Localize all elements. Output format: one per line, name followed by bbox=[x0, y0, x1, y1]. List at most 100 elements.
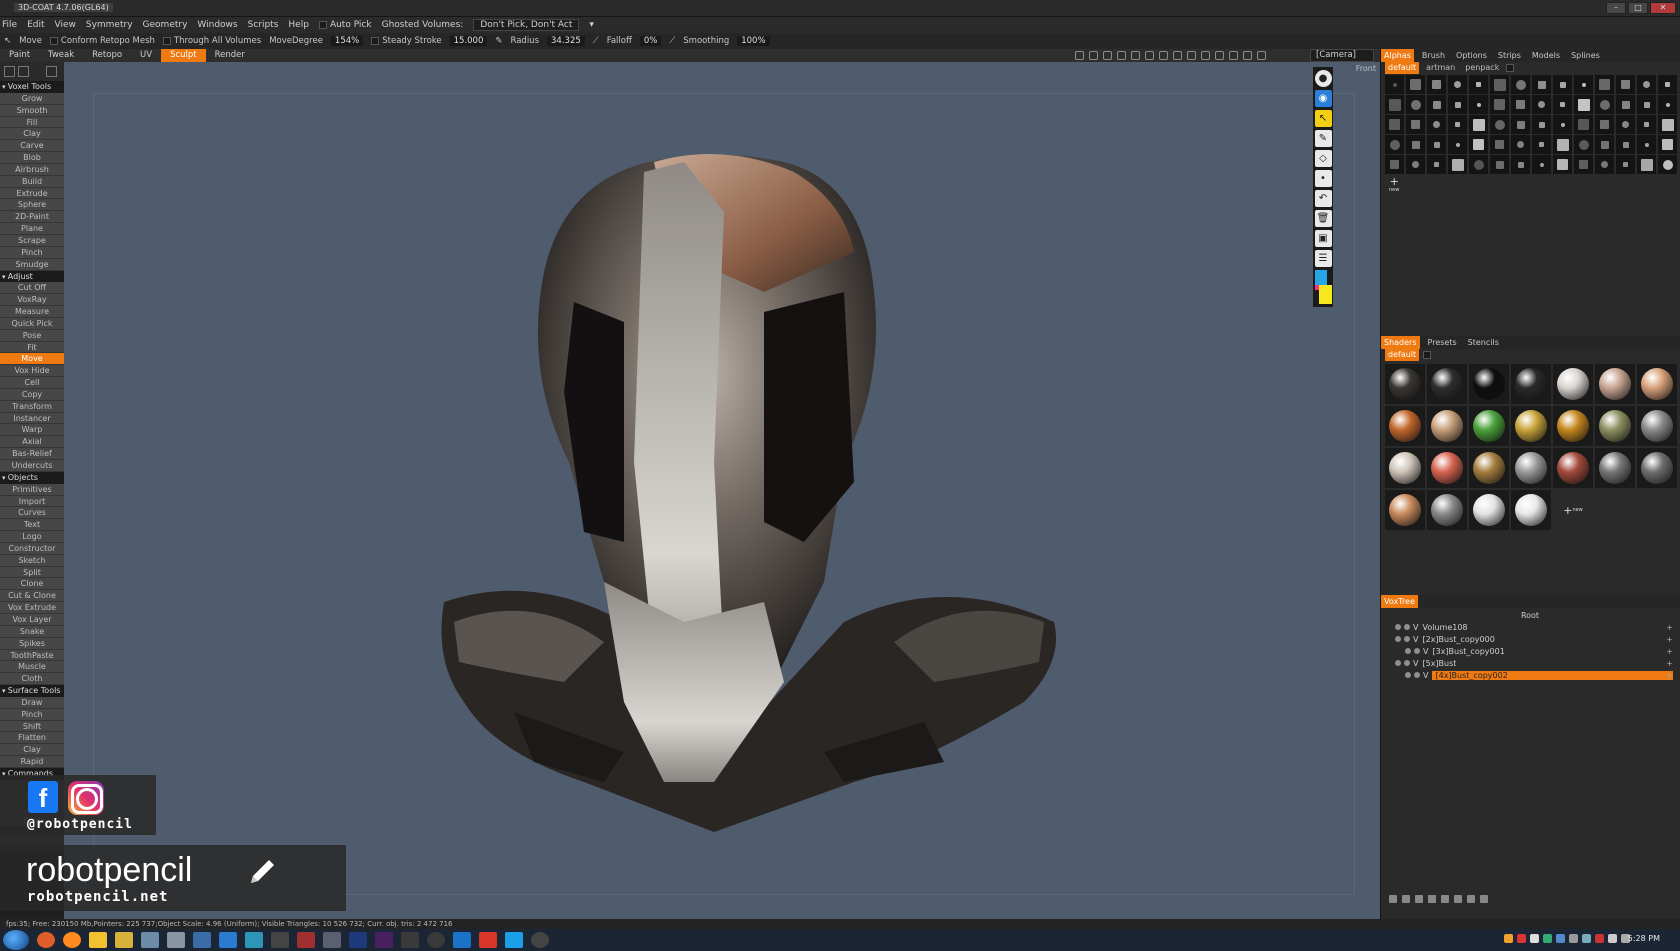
alpha-thumbnail[interactable] bbox=[1553, 135, 1572, 154]
light-icon[interactable] bbox=[1089, 51, 1098, 60]
new-volume-icon[interactable] bbox=[1389, 895, 1397, 903]
ghosted-volumes-select[interactable]: Don't Pick, Don't Act bbox=[473, 19, 580, 31]
split-icon[interactable] bbox=[1441, 895, 1449, 903]
shader-thumbnail[interactable] bbox=[1637, 364, 1677, 404]
alpha-set-artman[interactable]: artman bbox=[1423, 62, 1458, 74]
alpha-set-default[interactable]: default bbox=[1385, 62, 1420, 74]
brush-view-icon[interactable] bbox=[1103, 51, 1112, 60]
tool-flatten[interactable]: Flatten bbox=[0, 732, 64, 745]
shader-thumbnail[interactable] bbox=[1553, 406, 1593, 446]
shader-thumbnail[interactable] bbox=[1385, 448, 1425, 488]
alpha-thumbnail[interactable] bbox=[1385, 155, 1404, 174]
steady-stroke-checkbox[interactable] bbox=[371, 37, 380, 45]
tool-fit[interactable]: Fit bbox=[0, 341, 64, 354]
chevron-down-icon[interactable]: ▾ bbox=[589, 20, 594, 30]
text-tool-icon[interactable] bbox=[4, 66, 15, 77]
frame-icon[interactable] bbox=[1201, 51, 1210, 60]
shader-thumbnail[interactable] bbox=[1511, 448, 1551, 488]
tab-alphas[interactable]: Alphas bbox=[1381, 49, 1414, 62]
section-surface-tools[interactable]: Surface Tools bbox=[0, 685, 64, 697]
tool-airbrush[interactable]: Airbrush bbox=[0, 163, 64, 176]
photoshop-icon[interactable] bbox=[349, 932, 367, 948]
app-icon-4[interactable] bbox=[271, 932, 289, 948]
shader-thumbnail[interactable] bbox=[1385, 364, 1425, 404]
shader-thumbnail[interactable] bbox=[1595, 406, 1635, 446]
alpha-thumbnail[interactable] bbox=[1658, 135, 1677, 154]
settings-icon[interactable] bbox=[1454, 895, 1462, 903]
alpha-thumbnail[interactable] bbox=[1574, 95, 1593, 114]
steady-stroke-field[interactable]: 15.000 bbox=[449, 36, 488, 46]
shader-set-menu-icon[interactable] bbox=[1423, 351, 1432, 359]
shader-thumbnail[interactable] bbox=[1385, 406, 1425, 446]
tool-toothpaste[interactable]: ToothPaste bbox=[0, 649, 64, 662]
camera-icon[interactable]: ▣ bbox=[1314, 230, 1332, 247]
alpha-thumbnail[interactable] bbox=[1595, 75, 1614, 94]
alpha-thumbnail[interactable] bbox=[1637, 115, 1656, 134]
maximize-button[interactable]: □ bbox=[1628, 2, 1648, 14]
tray-icon-3[interactable] bbox=[1530, 934, 1539, 943]
room-tab-retopo[interactable]: Retopo bbox=[83, 49, 131, 62]
tab-splines[interactable]: Splines bbox=[1568, 49, 1603, 62]
alpha-thumbnail[interactable] bbox=[1532, 75, 1551, 94]
close-button[interactable]: ✕ bbox=[1650, 2, 1676, 14]
tool-build[interactable]: Build bbox=[0, 175, 64, 188]
tool-pinch[interactable]: Pinch bbox=[0, 708, 64, 721]
visibility-icon[interactable] bbox=[1405, 672, 1411, 678]
steady-stroke-toggle[interactable]: Steady Stroke bbox=[371, 36, 442, 46]
voxtree-root[interactable]: Root bbox=[1387, 609, 1673, 621]
alpha-thumbnail[interactable] bbox=[1511, 115, 1530, 134]
trash-icon[interactable]: 🗑 bbox=[1314, 210, 1332, 227]
ghost-icon[interactable] bbox=[1404, 624, 1410, 630]
alpha-thumbnail[interactable] bbox=[1406, 115, 1425, 134]
layers-icon[interactable] bbox=[1415, 895, 1423, 903]
voxtree-item[interactable]: V [5x]Bust + bbox=[1387, 657, 1673, 669]
alpha-thumbnail[interactable] bbox=[1616, 135, 1635, 154]
alpha-thumbnail[interactable] bbox=[1658, 155, 1677, 174]
alpha-thumbnail[interactable] bbox=[1511, 155, 1530, 174]
tool-quick-pick[interactable]: Quick Pick bbox=[0, 317, 64, 330]
smoothing-field[interactable]: 100% bbox=[737, 36, 770, 46]
shader-set-default[interactable]: default bbox=[1385, 349, 1420, 361]
tool-text[interactable]: Text bbox=[0, 519, 64, 532]
menu-edit[interactable]: Edit bbox=[27, 20, 44, 30]
alpha-thumbnail[interactable] bbox=[1448, 155, 1467, 174]
folder-icon[interactable] bbox=[115, 932, 133, 948]
voxtree-item[interactable]: V Volume108 + bbox=[1387, 621, 1673, 633]
shader-thumbnail[interactable] bbox=[1511, 364, 1551, 404]
tool-vox-hide[interactable]: Vox Hide bbox=[0, 365, 64, 378]
viewport[interactable]: Front ● ◉ ↖ ✎ ◇ • ↶ 🗑 ▣ ☰ bbox=[64, 62, 1380, 919]
camera-select[interactable]: [Camera] bbox=[1310, 49, 1374, 62]
shader-thumbnail[interactable] bbox=[1469, 406, 1509, 446]
tool-axial[interactable]: Axial bbox=[0, 436, 64, 449]
menu-file[interactable]: File bbox=[2, 20, 17, 30]
alpha-thumbnail[interactable] bbox=[1511, 135, 1530, 154]
shading-icon[interactable] bbox=[1075, 51, 1084, 60]
shader-thumbnail[interactable] bbox=[1637, 448, 1677, 488]
shader-thumbnail[interactable] bbox=[1511, 406, 1551, 446]
ghost-icon[interactable] bbox=[1414, 672, 1420, 678]
tab-options[interactable]: Options bbox=[1453, 49, 1490, 62]
new-alpha-button[interactable]: + new bbox=[1389, 176, 1399, 195]
alpha-thumbnail[interactable] bbox=[1658, 95, 1677, 114]
tray-icon-2[interactable] bbox=[1517, 934, 1526, 943]
alpha-thumbnail[interactable] bbox=[1448, 75, 1467, 94]
app-icon-3[interactable] bbox=[245, 932, 263, 948]
shader-thumbnail[interactable] bbox=[1427, 406, 1467, 446]
alpha-thumbnail[interactable] bbox=[1490, 115, 1509, 134]
conform-retopo-toggle[interactable]: Conform Retopo Mesh bbox=[49, 36, 155, 46]
tool-copy[interactable]: Copy bbox=[0, 388, 64, 401]
app-icon-9[interactable] bbox=[531, 932, 549, 948]
tool-carve[interactable]: Carve bbox=[0, 140, 64, 153]
eraser-icon[interactable]: ◇ bbox=[1314, 150, 1332, 167]
shader-thumbnail[interactable] bbox=[1469, 364, 1509, 404]
chrome-icon[interactable] bbox=[37, 932, 55, 948]
alpha-thumbnail[interactable] bbox=[1469, 75, 1488, 94]
tool-muscle[interactable]: Muscle bbox=[0, 661, 64, 674]
alpha-thumbnail[interactable] bbox=[1616, 75, 1635, 94]
tool-constructor[interactable]: Constructor bbox=[0, 542, 64, 555]
room-tab-tweak[interactable]: Tweak bbox=[39, 49, 83, 62]
menu-help[interactable]: Help bbox=[288, 20, 309, 30]
grid-icon[interactable] bbox=[1229, 51, 1238, 60]
eye-icon[interactable]: ◉ bbox=[1314, 90, 1332, 107]
select-arrow-icon[interactable]: ↖ bbox=[1314, 110, 1332, 127]
